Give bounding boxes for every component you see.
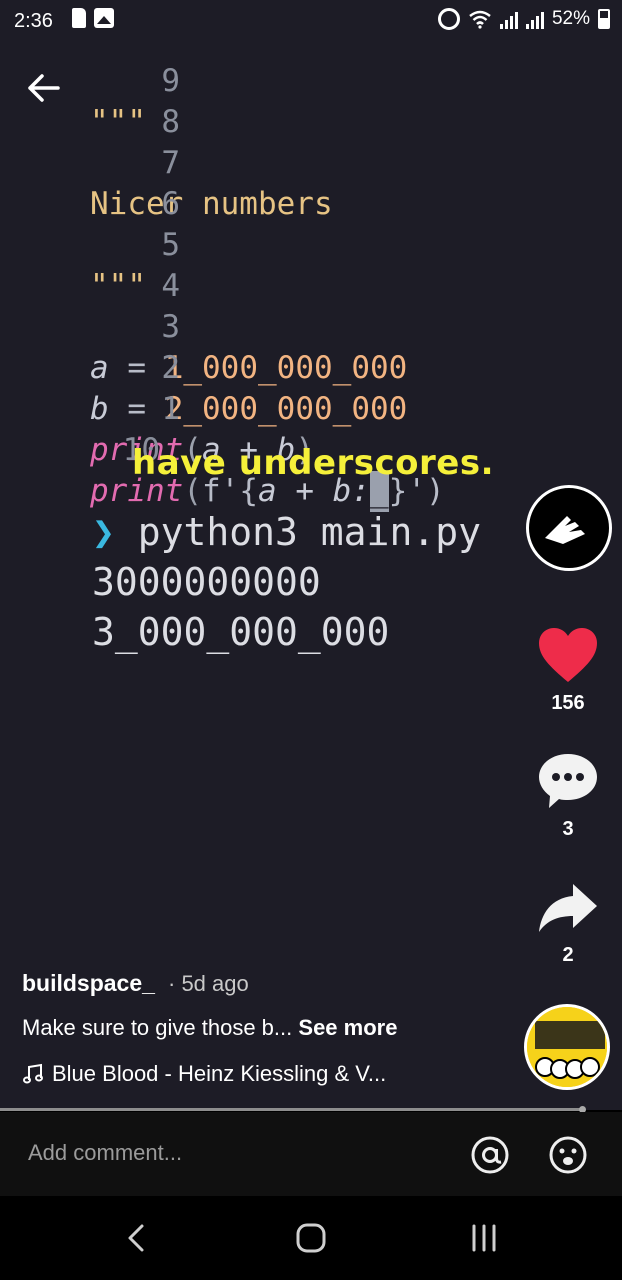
terminal-command: ❯ python3 main.py — [92, 510, 481, 554]
creator-avatar[interactable] — [526, 485, 612, 571]
emoji-icon[interactable] — [548, 1135, 588, 1175]
comment-count: 3 — [562, 818, 574, 840]
status-time: 2:36 — [14, 10, 53, 32]
status-bar: 2:36 52% — [0, 0, 622, 44]
terminal-output: 3000000000 — [92, 560, 321, 604]
like-heart-icon[interactable] — [537, 626, 599, 684]
code-line: 4 — [161, 268, 180, 304]
music-disc-thumbnail[interactable] — [524, 1004, 610, 1090]
battery-icon — [598, 9, 610, 29]
comment-input[interactable]: Add comment... — [28, 1140, 182, 1166]
code-line: 7 Nicer numbers — [90, 145, 333, 222]
nav-recent-apps-icon[interactable] — [466, 1220, 502, 1256]
post-description[interactable]: Make sure to give those b... See more — [22, 1015, 397, 1041]
code-line: 1 print(a + b) — [90, 391, 314, 468]
nav-back-icon[interactable] — [120, 1220, 156, 1256]
music-track[interactable]: Blue Blood - Heinz Kiessling & V... — [22, 1061, 386, 1087]
signal-icon — [525, 9, 544, 29]
image-notification-icon — [94, 8, 114, 28]
like-count: 156 — [551, 692, 585, 714]
wifi-icon — [469, 10, 491, 29]
mention-at-icon[interactable] — [470, 1135, 510, 1175]
alarm-icon — [437, 8, 460, 30]
battery-percent: 52% — [551, 8, 590, 29]
video-caption: have underscores. — [131, 443, 494, 483]
video-progress-bar[interactable] — [0, 1108, 583, 1111]
post-time: · 5d ago — [168, 971, 249, 996]
music-note-icon — [23, 1063, 43, 1084]
comment-icon[interactable] — [537, 752, 599, 810]
share-arrow-icon[interactable] — [537, 880, 599, 936]
code-line: 5 """ — [90, 227, 180, 304]
back-arrow-icon[interactable] — [24, 68, 64, 108]
signal-icon — [499, 9, 518, 29]
buildspace-logo-icon — [545, 516, 585, 544]
share-count: 2 — [562, 944, 574, 966]
code-line: 10 print(f'{a + b:_}') — [0, 389, 445, 512]
prompt-icon: ❯ — [92, 510, 115, 554]
code-line: 3 a = 1_000_000_000 — [90, 309, 408, 386]
terminal-output: 3_000_000_000 — [92, 610, 390, 654]
username[interactable]: buildspace_ — [22, 970, 155, 997]
code-line: 6 — [161, 186, 180, 222]
sd-card-icon — [72, 8, 86, 28]
code-line: 2 b = 2_000_000_000 — [90, 350, 408, 427]
see-more-link[interactable]: See more — [298, 1015, 397, 1040]
nav-home-icon[interactable] — [293, 1220, 329, 1256]
